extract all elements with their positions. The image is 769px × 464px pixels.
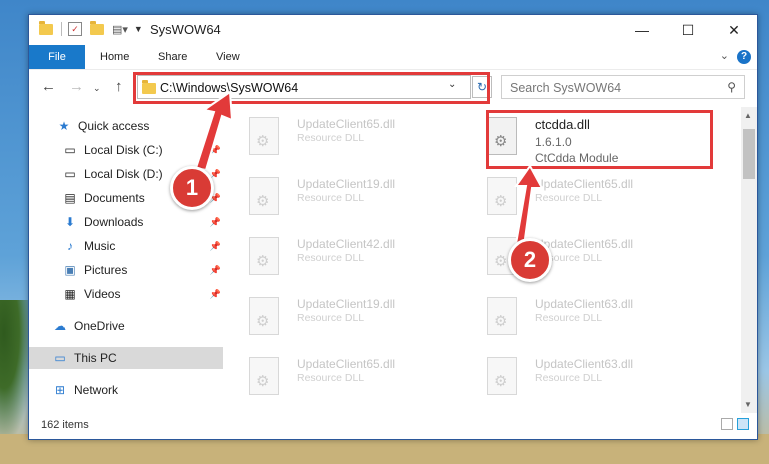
arrow-overlay — [194, 90, 544, 248]
arrow-2 — [514, 164, 544, 248]
step-badge-1: 1 — [170, 166, 214, 210]
arrow-1 — [194, 90, 234, 172]
step-badge-2: 2 — [508, 238, 552, 282]
